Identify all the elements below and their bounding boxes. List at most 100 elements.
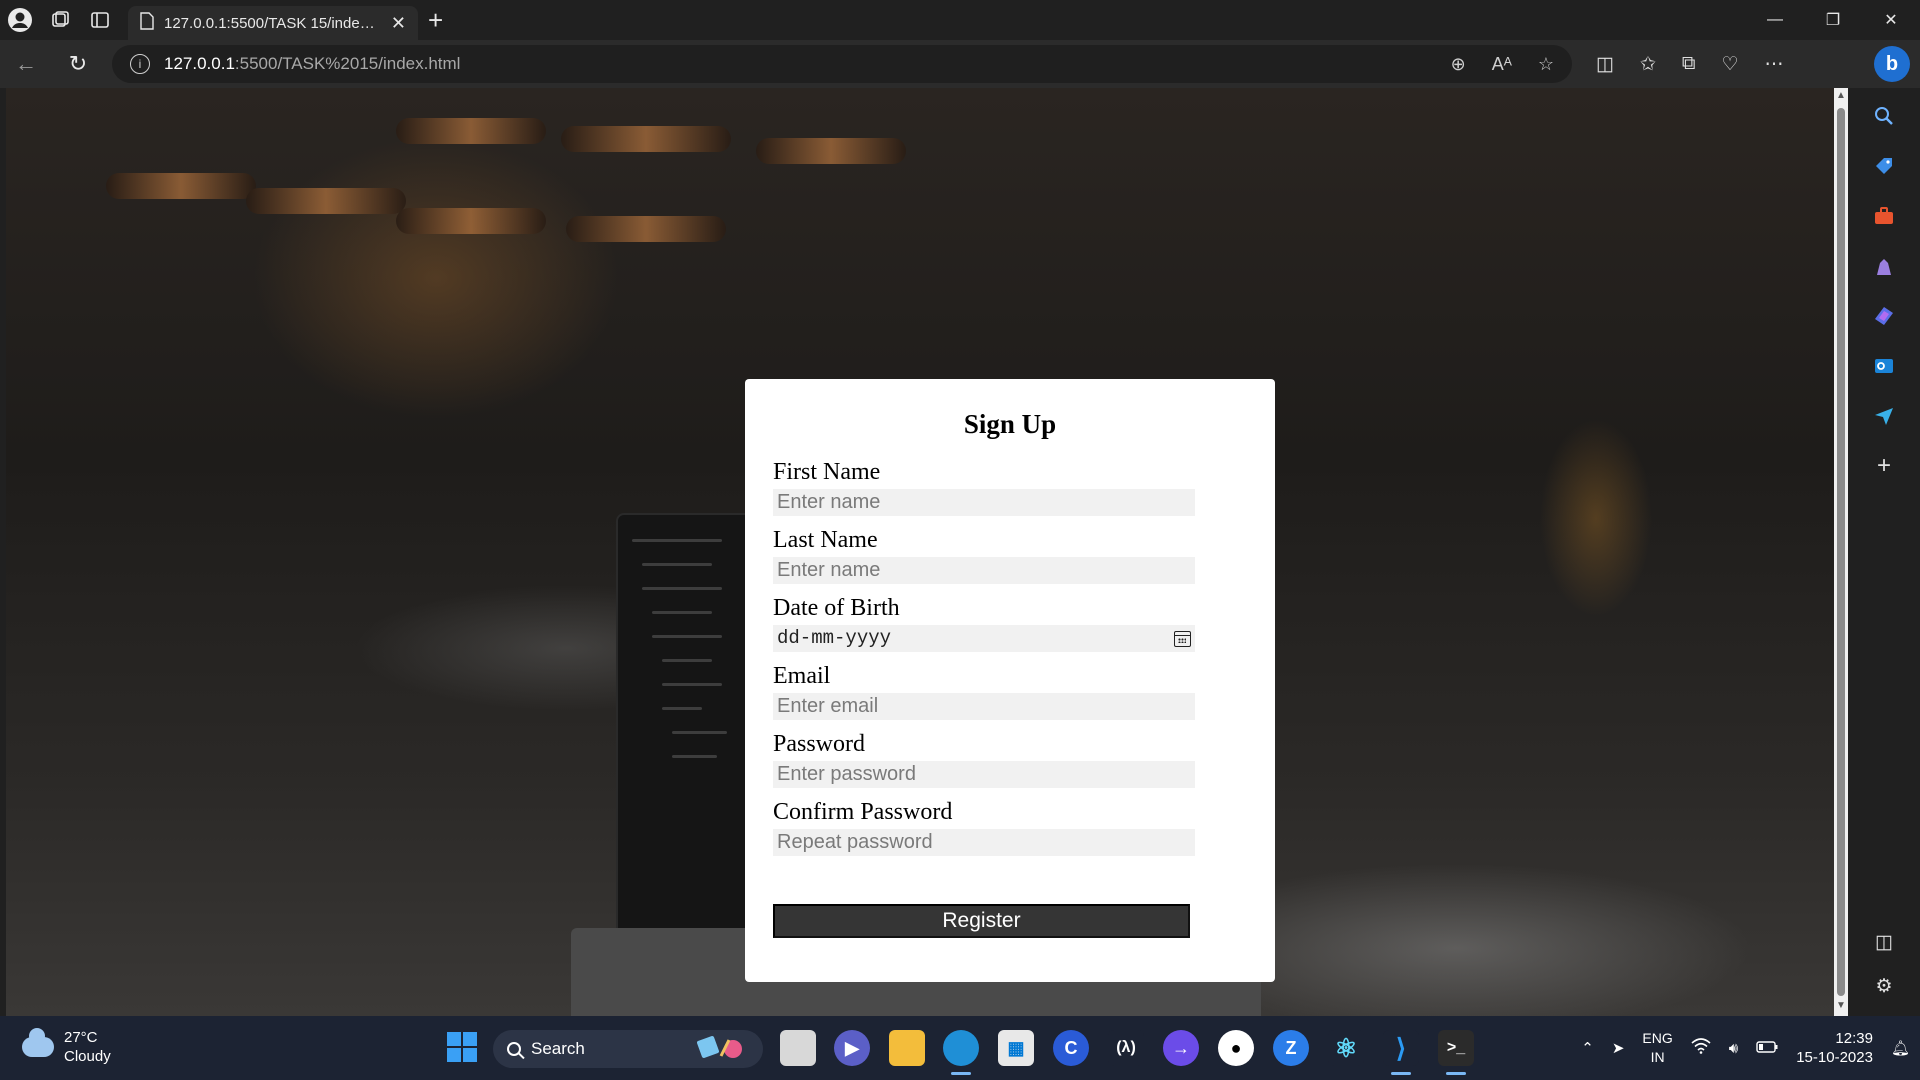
page-viewport: Sign Up First Name Enter name Last Name … [6,88,1848,1016]
background-photo [756,138,906,164]
terminal-icon[interactable]: >_ [1438,1030,1474,1075]
zoom-app-icon[interactable]: Z [1273,1030,1309,1066]
wifi-icon[interactable] [1691,1038,1711,1058]
dob-label: Date of Birth [773,595,900,621]
first-name-label: First Name [773,459,881,485]
battery-icon[interactable] [1756,1040,1778,1057]
address-host: 127.0.0.1 [164,54,235,73]
scroll-up-icon[interactable]: ▲ [1834,90,1848,104]
sidebar-toggle-icon[interactable]: ◫ [1870,928,1898,956]
settings-icon[interactable]: ⚙ [1870,972,1898,1000]
code-editor-icon[interactable]: (λ) [1108,1030,1144,1066]
split-screen-icon[interactable]: ◫ [1596,53,1614,76]
bing-icon[interactable]: b [1874,46,1910,82]
page-scrollbar[interactable]: ▲ ▼ [1834,88,1848,1016]
cortana-icon[interactable]: C [1053,1030,1089,1066]
scrollbar-thumb[interactable] [1837,108,1845,996]
email-input[interactable]: Enter email [773,693,1195,720]
restore-icon[interactable]: ❐ [1804,0,1862,40]
confirm-password-label: Confirm Password [773,799,953,825]
taskbar: 27°C Cloudy Search ▶ ▦ C (λ) → ● Z ⚛ ⟩ >… [0,1016,1920,1080]
background-photo [566,216,726,242]
password-input[interactable]: Enter password [773,761,1195,788]
read-aloud-icon[interactable]: Aᴬ [1492,54,1512,75]
tab-actions-icon[interactable] [80,0,120,40]
outlook-icon[interactable] [1870,352,1898,380]
start-icon[interactable] [447,1032,477,1062]
background-photo [246,188,406,214]
chevron-up-icon[interactable]: ⌃ [1581,1039,1594,1057]
close-icon[interactable]: ✕ [391,13,406,34]
weather-widget[interactable]: 27°C Cloudy [22,1028,111,1066]
background-photo [396,118,546,144]
shopping-icon[interactable] [1870,152,1898,180]
store-icon[interactable]: ▦ [998,1030,1034,1066]
date: 15-10-2023 [1796,1049,1873,1066]
background-photo [396,208,546,234]
region: IN [1650,1049,1665,1065]
time: 12:39 [1835,1030,1873,1047]
games-icon[interactable] [1870,252,1898,280]
edge-sidebar: + ◫ ⚙ [1848,88,1920,1016]
cloud-icon [22,1028,54,1057]
edge-icon[interactable] [943,1030,979,1075]
dob-input[interactable]: dd-mm-yyyy [773,625,1195,652]
notification-icon[interactable]: 🔔︎ [1891,1039,1910,1057]
window-close-icon[interactable]: ✕ [1862,0,1920,40]
profile-icon[interactable] [0,0,40,40]
volume-icon[interactable]: 🔊︎ [1729,1040,1738,1057]
signup-card: Sign Up First Name Enter name Last Name … [745,379,1275,982]
browser-toolbar: ← ↻ i 127.0.0.1:5500/TASK%2015/index.htm… [0,40,1920,88]
taskbar-search[interactable]: Search [493,1030,763,1068]
search-highlight-icon [695,1032,749,1067]
performance-icon[interactable]: ♡ [1721,53,1738,76]
github-icon[interactable]: ● [1218,1030,1254,1066]
last-name-input[interactable]: Enter name [773,557,1195,584]
shortcut-app-icon[interactable]: → [1163,1030,1199,1066]
window-controls: — ❐ ✕ [1746,0,1920,40]
password-label: Password [773,731,866,757]
task-view-icon[interactable] [780,1030,816,1066]
send-icon[interactable] [1870,402,1898,430]
address-bar[interactable]: i 127.0.0.1:5500/TASK%2015/index.html ⊕ … [112,45,1572,83]
search-icon [507,1042,521,1056]
register-button[interactable]: Register [773,904,1190,938]
favorites-icon[interactable]: ✩ [1640,53,1656,76]
collections-icon[interactable]: ⧉ [1682,53,1696,76]
vscode-icon[interactable]: ⟩ [1383,1030,1419,1075]
search-icon[interactable] [1870,102,1898,130]
copilot-icon[interactable] [1870,302,1898,330]
location-icon[interactable]: ➤ [1612,1039,1625,1057]
confirm-password-input[interactable]: Repeat password [773,829,1195,856]
dob-placeholder: dd-mm-yyyy [777,627,892,649]
language: ENG [1642,1030,1673,1046]
browser-tab[interactable]: 127.0.0.1:5500/TASK 15/index.html ✕ [128,6,418,40]
background-photo [106,173,256,199]
zoom-icon[interactable]: ⊕ [1451,54,1466,75]
title-bar: 127.0.0.1:5500/TASK 15/index.html ✕ + — … [0,0,1920,40]
info-icon[interactable]: i [130,54,150,74]
teams-icon[interactable]: ▶ [834,1030,870,1066]
last-name-label: Last Name [773,527,878,553]
search-label: Search [531,1039,585,1058]
file-explorer-icon[interactable] [889,1030,925,1066]
page-icon [140,12,154,34]
language-indicator[interactable]: ENG IN [1642,1029,1672,1067]
add-icon[interactable]: + [1870,452,1898,480]
react-icon[interactable]: ⚛ [1328,1030,1364,1066]
favorite-icon[interactable]: ☆ [1538,54,1554,75]
minimize-icon[interactable]: — [1746,0,1804,40]
back-icon[interactable]: ← [0,44,52,84]
more-icon[interactable]: ⋯ [1765,53,1784,76]
add-icon[interactable]: + [428,5,443,36]
system-tray: ⌃ ➤ ENG IN 🔊︎ 12:39 15-10-2023 🔔︎ [1581,1016,1910,1080]
clock[interactable]: 12:39 15-10-2023 [1796,1029,1873,1067]
tools-icon[interactable] [1870,202,1898,230]
calendar-icon[interactable] [1174,630,1191,647]
workspaces-icon[interactable] [40,0,80,40]
scroll-down-icon[interactable]: ▼ [1834,1000,1848,1014]
first-name-input[interactable]: Enter name [773,489,1195,516]
form-title: Sign Up [963,409,1057,439]
email-label: Email [773,663,831,689]
refresh-icon[interactable]: ↻ [52,44,104,84]
